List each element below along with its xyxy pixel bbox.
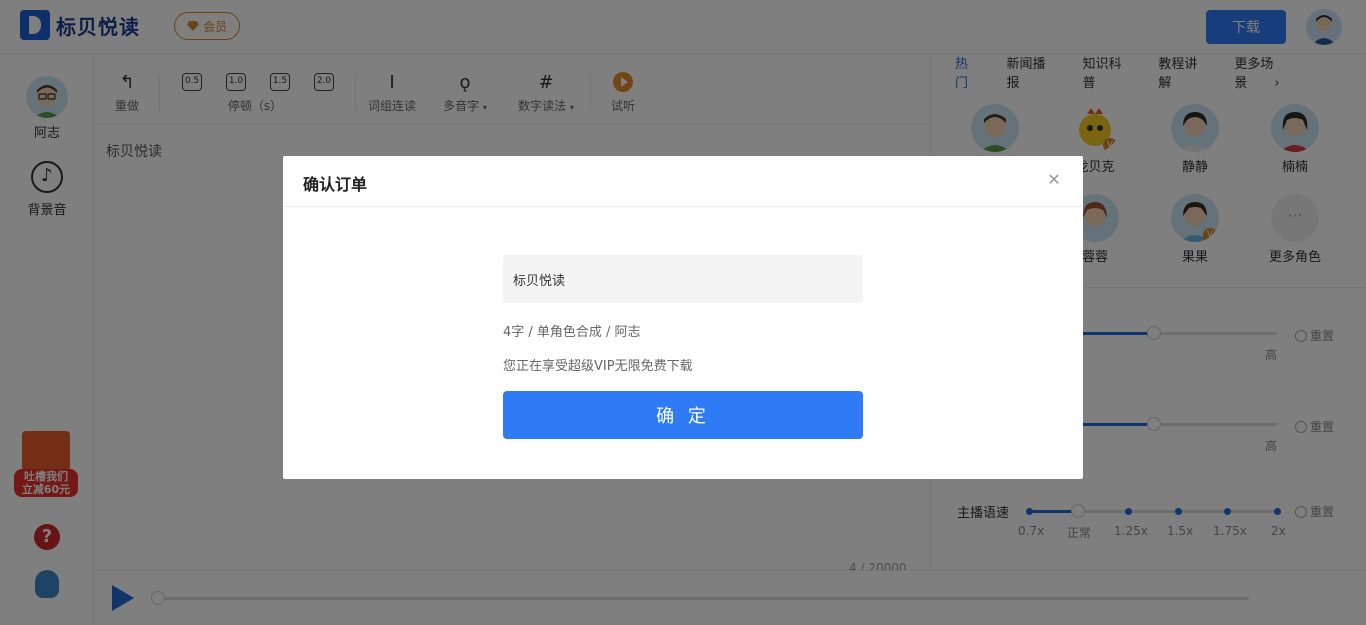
confirm-order-dialog: 确认订单 ✕ 标贝悦读 4字 / 单角色合成 / 阿志 您正在享受超级VIP无限… xyxy=(283,156,1083,479)
confirm-button[interactable]: 确 定 xyxy=(503,391,863,439)
order-text-preview: 标贝悦读 xyxy=(503,255,863,303)
vip-note: 您正在享受超级VIP无限免费下载 xyxy=(503,359,693,374)
close-icon[interactable]: ✕ xyxy=(1046,172,1062,188)
dialog-header: 确认订单 ✕ xyxy=(283,156,1083,207)
dialog-title: 确认订单 xyxy=(303,175,368,194)
order-meta: 4字 / 单角色合成 / 阿志 xyxy=(503,325,641,340)
